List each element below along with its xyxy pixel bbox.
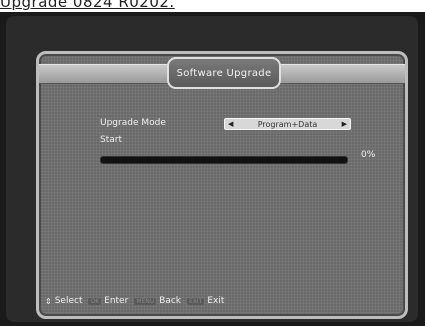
- left-arrow-icon[interactable]: ◀: [228, 120, 233, 128]
- document-caption: Upgrade 0824 R0202.: [0, 0, 175, 11]
- upgrade-mode-label: Upgrade Mode: [100, 118, 166, 128]
- tv-bezel: Software Upgrade Upgrade Mode ◀ Program+…: [6, 16, 418, 322]
- help-select: ⇕ Select: [45, 296, 82, 306]
- updown-arrow-icon: ⇕: [45, 296, 52, 306]
- help-bar: ⇕ Select OK Enter MENU Back EXIT Exit: [45, 294, 395, 308]
- upgrade-mode-select[interactable]: ◀ Program+Data ▶: [224, 118, 351, 130]
- window-title: Software Upgrade: [176, 67, 272, 79]
- progress-percent: 0%: [361, 150, 376, 160]
- software-upgrade-window: Software Upgrade Upgrade Mode ◀ Program+…: [36, 51, 408, 319]
- right-arrow-icon[interactable]: ▶: [342, 120, 347, 128]
- upgrade-progress-bar: [100, 156, 348, 164]
- tv-photo: Software Upgrade Upgrade Mode ◀ Program+…: [0, 12, 425, 326]
- help-exit: EXIT Exit: [187, 296, 224, 306]
- title-tab: Software Upgrade: [167, 57, 281, 89]
- help-enter: OK Enter: [88, 296, 128, 306]
- menu-key-badge: MENU: [134, 297, 157, 305]
- exit-key-badge: EXIT: [187, 297, 205, 305]
- help-back: MENU Back: [134, 296, 181, 306]
- help-exit-label: Exit: [207, 296, 225, 306]
- ok-key-badge: OK: [88, 297, 102, 305]
- help-enter-label: Enter: [104, 296, 129, 306]
- help-back-label: Back: [159, 296, 182, 306]
- upgrade-mode-value: Program+Data: [257, 119, 318, 129]
- start-option[interactable]: Start: [100, 135, 122, 145]
- help-select-label: Select: [54, 296, 83, 306]
